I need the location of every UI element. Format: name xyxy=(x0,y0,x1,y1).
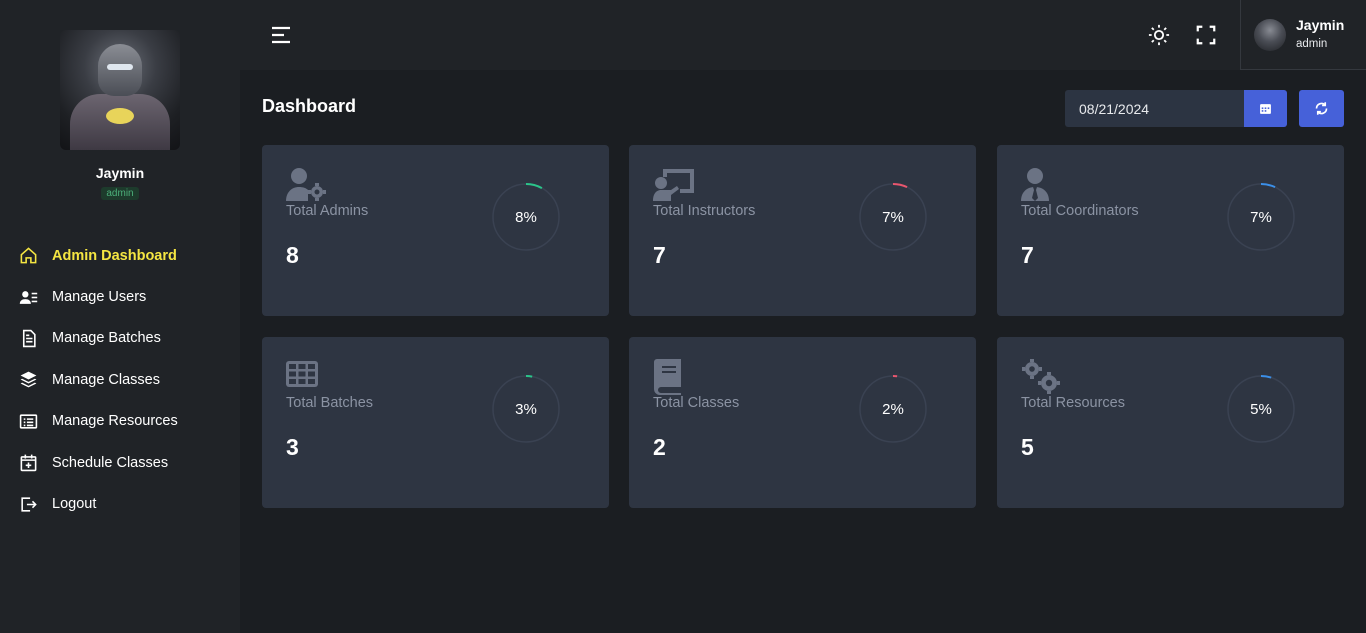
card-label: Total Batches xyxy=(286,395,374,411)
sidebar: Jaymin admin Admin Dashboard Manage User… xyxy=(0,0,240,633)
profile-avatar xyxy=(60,30,180,150)
topbar: Jaymin admin xyxy=(240,0,1366,70)
sidebar-item-admin-dashboard[interactable]: Admin Dashboard xyxy=(0,235,240,276)
user-name: Jaymin xyxy=(1296,17,1345,33)
book-icon xyxy=(654,359,681,395)
document-icon xyxy=(22,329,36,348)
sidebar-item-manage-batches[interactable]: Manage Batches xyxy=(0,318,240,359)
progress-percent: 7% xyxy=(1250,208,1272,226)
calendar-button[interactable] xyxy=(1244,90,1287,127)
card-label: Total Instructors xyxy=(653,203,756,219)
sidebar-item-label: Manage Classes xyxy=(52,371,160,388)
progress-percent: 2% xyxy=(882,400,904,418)
sidebar-nav: Admin Dashboard Manage Users Manage Batc… xyxy=(0,235,240,525)
sidebar-item-label: Manage Batches xyxy=(52,330,161,347)
sidebar-item-label: Logout xyxy=(52,496,97,513)
user-gear-icon xyxy=(286,168,326,201)
progress-percent: 8% xyxy=(515,208,537,226)
sidebar-profile: Jaymin admin xyxy=(0,30,240,201)
sidebar-item-manage-classes[interactable]: Manage Classes xyxy=(0,359,240,400)
profile-name: Jaymin xyxy=(95,165,145,181)
sidebar-item-label: Manage Users xyxy=(52,289,147,306)
profile-role-badge: admin xyxy=(101,187,139,200)
logout-icon xyxy=(21,496,37,512)
stat-card-coordinators: Total Coordinators 7 7% xyxy=(997,145,1344,316)
stat-card-resources: Total Resources 5 5% xyxy=(997,337,1344,508)
card-value: 7 xyxy=(653,242,666,268)
users-list-icon xyxy=(19,290,38,304)
card-value: 7 xyxy=(1021,242,1034,268)
date-input[interactable] xyxy=(1065,90,1245,127)
user-menu[interactable]: Jaymin admin xyxy=(1240,0,1366,70)
layers-icon xyxy=(20,371,37,388)
card-label: Total Resources xyxy=(1021,395,1125,411)
progress-percent: 3% xyxy=(515,400,537,418)
progress-percent: 7% xyxy=(882,208,904,226)
sidebar-item-schedule-classes[interactable]: Schedule Classes xyxy=(0,442,240,483)
card-value: 3 xyxy=(286,434,299,460)
list-icon xyxy=(19,414,38,429)
refresh-icon xyxy=(1315,102,1328,115)
sidebar-item-label: Manage Resources xyxy=(52,413,178,430)
card-label: Total Admins xyxy=(286,203,369,219)
chalkboard-teacher-icon xyxy=(653,169,694,201)
calendar-icon xyxy=(1260,104,1271,114)
page-title: Dashboard xyxy=(262,96,357,116)
grid-icon xyxy=(286,361,318,387)
menu-toggle-icon[interactable] xyxy=(270,24,292,46)
progress-percent: 5% xyxy=(1250,400,1272,418)
card-value: 2 xyxy=(653,434,666,460)
stat-card-instructors: Total Instructors 7 7% xyxy=(629,145,976,316)
user-tie-icon xyxy=(1021,168,1049,201)
card-value: 5 xyxy=(1021,434,1034,460)
sidebar-item-manage-users[interactable]: Manage Users xyxy=(0,276,240,317)
sidebar-item-logout[interactable]: Logout xyxy=(0,483,240,524)
stat-card-batches: Total Batches 3 3% xyxy=(262,337,609,508)
refresh-button[interactable] xyxy=(1299,90,1344,127)
user-role: admin xyxy=(1296,38,1328,50)
card-value: 8 xyxy=(286,242,299,268)
card-label: Total Classes xyxy=(653,395,740,411)
calendar-plus-icon xyxy=(20,454,37,472)
sidebar-item-label: Admin Dashboard xyxy=(52,247,177,264)
sidebar-item-label: Schedule Classes xyxy=(52,454,169,471)
avatar xyxy=(1254,19,1286,51)
sun-icon[interactable] xyxy=(1148,24,1170,46)
fullscreen-icon[interactable] xyxy=(1195,24,1217,46)
sidebar-item-manage-resources[interactable]: Manage Resources xyxy=(0,401,240,442)
stat-card-classes: Total Classes 2 2% xyxy=(629,337,976,508)
stat-card-admins: Total Admins 8 8% xyxy=(262,145,609,316)
gears-icon xyxy=(1022,359,1060,394)
card-label: Total Coordinators xyxy=(1021,203,1139,219)
home-icon xyxy=(20,247,37,264)
